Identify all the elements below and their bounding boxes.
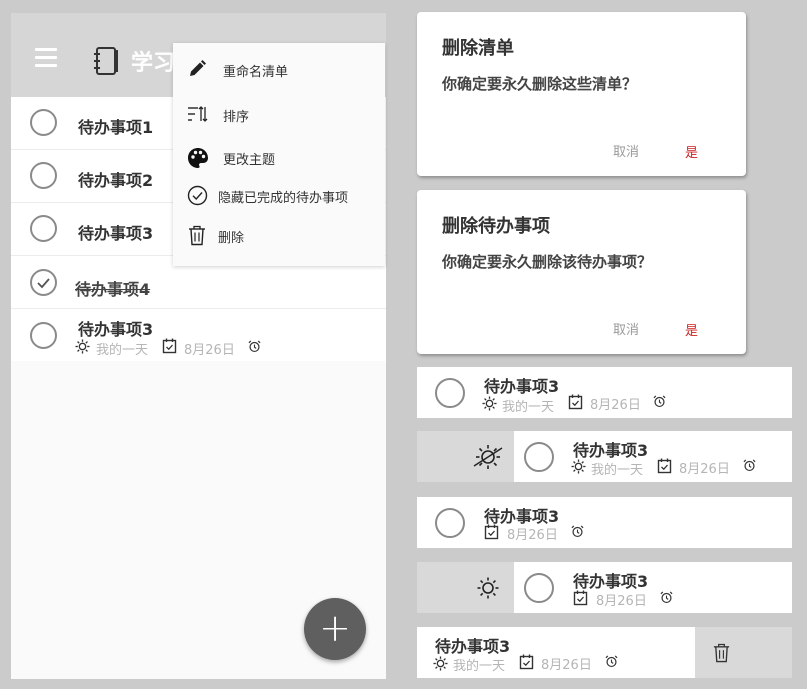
complete-checkbox[interactable] bbox=[30, 109, 57, 136]
todo-title: 待办事项3 bbox=[573, 572, 649, 591]
list-title: 学习 bbox=[131, 51, 176, 76]
alarm-icon bbox=[248, 340, 261, 353]
pencil-icon bbox=[190, 60, 206, 76]
todo-title: 待办事项2 bbox=[78, 171, 154, 190]
menu-item-theme[interactable]: 更改主题 bbox=[173, 140, 385, 176]
trash-icon[interactable] bbox=[712, 643, 731, 663]
due-date: 8月26日 bbox=[184, 343, 235, 358]
sun-icon bbox=[433, 656, 448, 671]
due-date: 8月26日 bbox=[596, 594, 647, 609]
complete-checkbox[interactable] bbox=[435, 378, 465, 408]
todo-title: 待办事项1 bbox=[78, 118, 154, 137]
check-circle-icon bbox=[187, 185, 208, 206]
alarm-icon bbox=[660, 591, 673, 604]
my-day-label: 我的一天 bbox=[591, 463, 644, 478]
todo-row[interactable]: 待办事项3 我的一天 8月26日 bbox=[11, 309, 386, 361]
my-day-label: 我的一天 bbox=[453, 659, 506, 674]
menu-item-delete[interactable]: 删除 bbox=[173, 218, 385, 254]
add-todo-button[interactable]: + bbox=[304, 598, 366, 660]
todo-title: 待办事项3 bbox=[573, 441, 649, 460]
sun-icon bbox=[482, 396, 497, 411]
complete-checkbox[interactable] bbox=[524, 442, 554, 472]
todo-title: 待办事项3 bbox=[78, 224, 154, 243]
todo-title: 待办事项4 bbox=[75, 280, 151, 299]
completed-check-icon[interactable] bbox=[30, 269, 57, 296]
cancel-button[interactable]: 取消 bbox=[613, 141, 639, 160]
complete-checkbox[interactable] bbox=[435, 508, 465, 538]
alarm-icon bbox=[743, 459, 756, 472]
menu-item-label: 隐藏已完成的待办事项 bbox=[218, 191, 349, 206]
dialog-title: 删除待办事项 bbox=[442, 216, 550, 237]
complete-checkbox[interactable] bbox=[30, 322, 57, 349]
todo-item-card[interactable]: 待办事项3 我的一天 8月26日 bbox=[514, 431, 792, 482]
my-day-label: 我的一天 bbox=[502, 400, 555, 415]
dialog-message: 你确定要永久删除这些清单？ bbox=[442, 75, 638, 93]
add-todo-button-label: + bbox=[319, 606, 351, 650]
menu-item-sort[interactable]: 排序 bbox=[173, 97, 385, 133]
alarm-icon bbox=[571, 525, 584, 538]
alarm-icon bbox=[653, 395, 666, 408]
todo-item-card[interactable]: 待办事项3 我的一天 8月26日 bbox=[417, 627, 695, 678]
complete-checkbox[interactable] bbox=[524, 573, 554, 603]
sun-icon bbox=[571, 459, 586, 474]
confirm-button[interactable]: 是 bbox=[685, 320, 698, 339]
todo-item-card[interactable]: 待办事项3 我的一天 8月26日 bbox=[417, 367, 792, 418]
menu-item-label: 排序 bbox=[223, 110, 250, 125]
todo-title: 待办事项3 bbox=[484, 377, 560, 396]
menu-item-label: 删除 bbox=[218, 231, 245, 246]
calendar-icon bbox=[162, 338, 177, 354]
sun-icon bbox=[75, 339, 90, 354]
todo-item-card[interactable]: 待办事项3 8月26日 bbox=[417, 497, 792, 548]
delete-todo-dialog: 删除待办事项 你确定要永久删除该待办事项？ 取消 是 bbox=[417, 190, 746, 354]
cancel-button[interactable]: 取消 bbox=[613, 319, 639, 338]
calendar-icon bbox=[519, 654, 534, 670]
due-date: 8月26日 bbox=[590, 398, 641, 413]
menu-item-rename[interactable]: 重命名清单 bbox=[173, 52, 385, 88]
sort-icon bbox=[188, 106, 208, 122]
todo-item-card[interactable]: 待办事项3 8月26日 bbox=[514, 562, 792, 613]
alarm-icon bbox=[605, 655, 618, 668]
todo-title: 待办事项3 bbox=[435, 637, 511, 656]
my-day-label: 我的一天 bbox=[96, 343, 149, 358]
complete-checkbox[interactable] bbox=[30, 215, 57, 242]
list-options-menu: 重命名清单 排序 更改主题 隐藏已完成的待办事项 删除 bbox=[173, 43, 385, 266]
sun-off-icon[interactable] bbox=[473, 444, 503, 470]
dialog-message: 你确定要永久删除该待办事项？ bbox=[442, 253, 653, 271]
due-date: 8月26日 bbox=[679, 462, 730, 477]
confirm-button[interactable]: 是 bbox=[685, 142, 698, 161]
menu-item-hide-completed[interactable]: 隐藏已完成的待办事项 bbox=[173, 178, 385, 214]
calendar-icon bbox=[568, 394, 583, 410]
calendar-icon bbox=[657, 458, 672, 474]
palette-icon bbox=[188, 148, 208, 168]
dialog-title: 删除清单 bbox=[442, 38, 514, 59]
delete-list-dialog: 删除清单 你确定要永久删除这些清单？ 取消 是 bbox=[417, 12, 746, 176]
calendar-icon bbox=[573, 590, 588, 606]
menu-item-label: 更改主题 bbox=[223, 153, 276, 168]
sun-icon[interactable] bbox=[477, 577, 499, 599]
todo-title: 待办事项3 bbox=[78, 320, 154, 339]
menu-hamburger-icon[interactable] bbox=[35, 48, 57, 68]
complete-checkbox[interactable] bbox=[30, 162, 57, 189]
calendar-icon bbox=[484, 524, 499, 540]
menu-item-label: 重命名清单 bbox=[223, 65, 289, 80]
due-date: 8月26日 bbox=[507, 528, 558, 543]
due-date: 8月26日 bbox=[541, 658, 592, 673]
notebook-icon bbox=[94, 47, 118, 75]
trash-icon bbox=[189, 225, 205, 246]
